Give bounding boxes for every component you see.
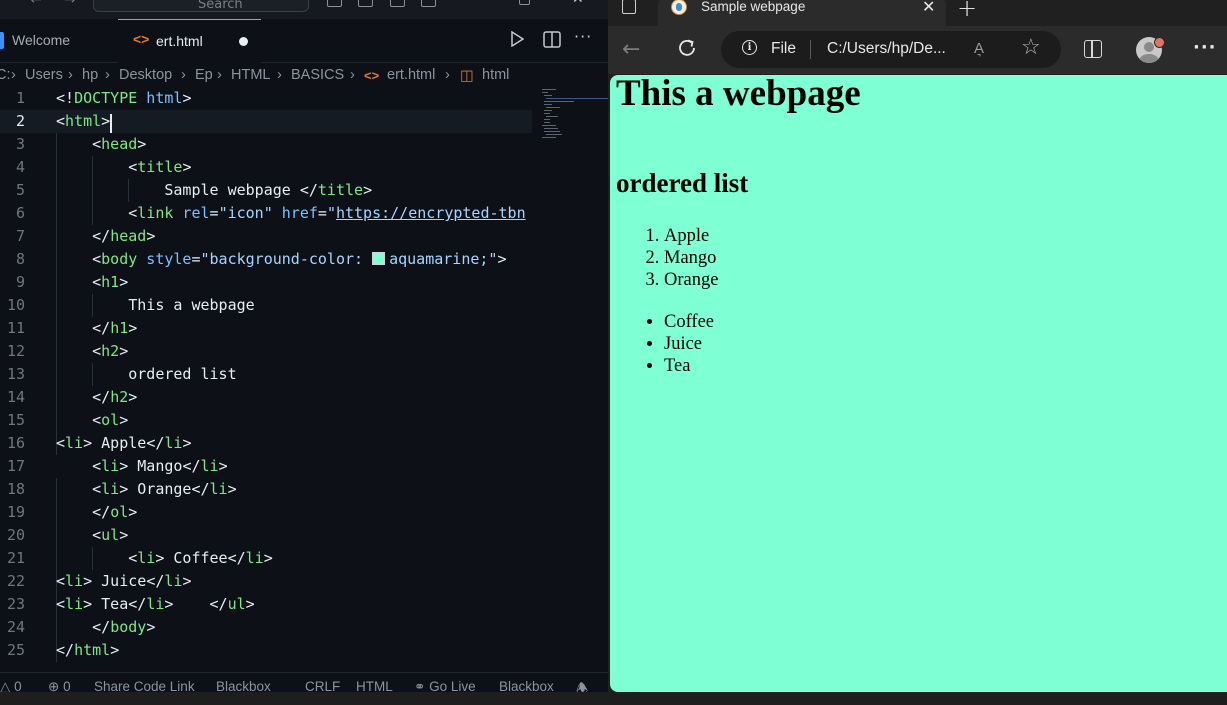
webpage-viewport: This a webpage ordered list Apple Mango … — [610, 75, 1227, 692]
browser-tab[interactable]: Sample webpage ✕ — [658, 0, 946, 26]
code-line: 20 <ul> — [6, 526, 129, 544]
code-line: 24 </body> — [6, 618, 156, 636]
vscode-window: ← → Search ✕ Welcome <> ert.html ··· C: … — [0, 0, 608, 705]
split-screen-icon[interactable] — [1084, 40, 1102, 58]
code-line: 10 This a webpage — [6, 296, 255, 314]
code-line-active: 2 <html> — [0, 110, 532, 133]
code-line: 8 <body style="background-color: aquamar… — [15, 250, 507, 268]
url-text[interactable]: C:/Users/hp/De... — [827, 40, 946, 58]
list-item: Mango — [664, 247, 718, 269]
code-line: 25 </html> — [6, 641, 120, 659]
breadcrumb-item[interactable]: ert.html — [387, 67, 435, 83]
list-item: Orange — [664, 269, 718, 291]
search-placeholder: Search — [198, 0, 243, 12]
close-tab-icon[interactable]: ✕ — [922, 0, 935, 16]
code-line: 3 <head> — [15, 135, 147, 153]
page-heading: This a webpage — [616, 75, 861, 114]
tab-actions-icon[interactable] — [622, 0, 636, 14]
breadcrumb: C: › Users › hp › Desktop › Ep › HTML › … — [0, 63, 608, 87]
read-aloud-icon[interactable]: A͉ — [974, 40, 984, 57]
toggle-sidebar-icon[interactable] — [327, 0, 342, 7]
html-file-icon: <> — [364, 68, 380, 83]
tab-ert-html[interactable]: <> ert.html — [118, 19, 261, 63]
address-bar[interactable]: i File C:/Users/hp/De... A͉ ☆ — [721, 31, 1061, 68]
back-arrow-icon[interactable]: ← — [30, 0, 42, 8]
ordered-list: Apple Mango Orange — [624, 225, 718, 291]
edge-browser-window: Sample webpage ✕ + ← i File C:/Users/hp/… — [608, 0, 1227, 705]
profile-notification-badge — [1154, 37, 1165, 48]
breadcrumb-item[interactable]: Users — [25, 67, 63, 83]
code-line: 17 <li> Mango</li> — [6, 457, 228, 475]
breadcrumb-item[interactable]: BASICS — [291, 67, 344, 83]
tab-welcome[interactable]: Welcome — [0, 19, 118, 62]
code-line: 4 <title> — [15, 158, 192, 176]
refresh-icon[interactable] — [676, 37, 698, 63]
code-line: 7 </head> — [15, 227, 156, 245]
code-line: 13 ordered list — [6, 365, 237, 383]
code-line: 5 Sample webpage </title> — [15, 181, 373, 199]
list-item: Coffee — [664, 311, 714, 333]
command-search-box[interactable]: Search — [93, 0, 309, 12]
new-tab-icon[interactable]: + — [957, 0, 977, 22]
element-cube-icon: ◫ — [460, 68, 474, 84]
title-bar: ← → Search ✕ — [0, 0, 608, 19]
text-cursor — [110, 114, 112, 133]
forward-arrow-icon[interactable]: → — [64, 0, 76, 8]
unsaved-dot-icon[interactable] — [239, 37, 248, 46]
site-info-icon[interactable]: i — [742, 40, 757, 55]
split-editor-icon[interactable] — [543, 31, 561, 48]
code-line: 12 <h2> — [6, 342, 129, 360]
breadcrumb-item[interactable]: C: — [0, 67, 11, 83]
customize-layout-icon[interactable] — [421, 0, 436, 7]
favicon-icon — [671, 0, 687, 15]
code-line: 18 <li> Orange</li> — [6, 480, 237, 498]
code-line: 1 <!DOCTYPE html> — [15, 89, 192, 107]
code-line: 21 <li> Coffee</li> — [6, 549, 273, 567]
breadcrumb-item[interactable]: HTML — [231, 67, 270, 83]
list-item: Apple — [664, 225, 718, 247]
code-line: 22 <li> Juice</li> — [6, 572, 192, 590]
minimap[interactable] — [532, 87, 608, 672]
code-editor[interactable]: 1 <!DOCTYPE html> 2 <html> 3 <head> 4 <tit… — [0, 87, 608, 672]
toggle-panel-icon[interactable] — [358, 0, 373, 7]
tab-ert-html-label: ert.html — [156, 33, 203, 49]
code-line: 14 </h2> — [6, 388, 138, 406]
taskbar-edge — [0, 692, 1227, 705]
code-line: 9 <h1> — [15, 273, 129, 291]
color-swatch[interactable] — [372, 252, 386, 265]
unordered-list: Coffee Juice Tea — [624, 311, 714, 377]
page-subheading: ordered list — [616, 168, 749, 198]
code-line: 19 </ol> — [6, 503, 138, 521]
breadcrumb-item[interactable]: html — [482, 67, 509, 83]
breadcrumb-item[interactable]: hp — [82, 67, 98, 83]
browser-tab-strip: Sample webpage ✕ + — [608, 0, 1227, 26]
code-line: 11 </h1> — [6, 319, 138, 337]
html-file-icon: <> — [133, 31, 150, 47]
maximize-icon[interactable] — [519, 0, 530, 5]
favorite-star-icon[interactable]: ☆ — [1021, 35, 1041, 60]
code-line: 16 <li> Apple</li> — [6, 434, 192, 452]
code-link: https://encrypted-tbn — [335, 204, 526, 222]
toggle-secondary-sidebar-icon[interactable] — [390, 0, 405, 7]
browser-tab-title: Sample webpage — [701, 0, 806, 14]
breadcrumb-item[interactable]: Ep — [195, 67, 213, 83]
breadcrumb-item[interactable]: Desktop — [119, 67, 172, 83]
close-window-icon[interactable]: ✕ — [572, 0, 584, 7]
back-arrow-icon[interactable]: ← — [622, 37, 640, 62]
code-line: 23 <li> Tea</li> </ul> — [6, 595, 255, 613]
code-line: 15 <ol> — [6, 411, 129, 429]
list-item: Tea — [664, 355, 714, 377]
vscode-logo-icon — [0, 32, 4, 49]
list-item: Juice — [664, 333, 714, 355]
tab-welcome-label: Welcome — [12, 32, 71, 48]
url-scheme-label: File — [771, 40, 796, 57]
code-line: 6 <link rel="icon" href="https://encrypt… — [15, 204, 526, 222]
browser-toolbar: ← i File C:/Users/hp/De... A͉ ☆ ··· — [608, 26, 1227, 74]
more-actions-icon[interactable]: ··· — [574, 27, 592, 46]
settings-more-icon[interactable]: ··· — [1193, 37, 1217, 58]
